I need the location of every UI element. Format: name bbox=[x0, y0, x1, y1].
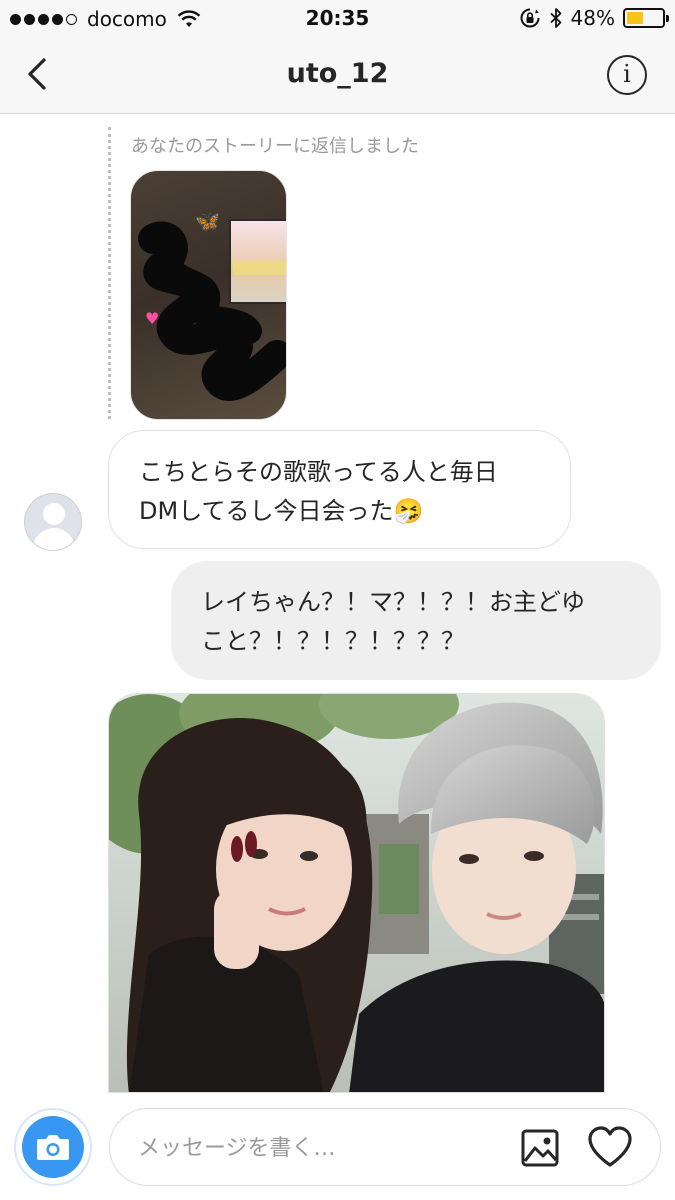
status-bar: docomo 20:35 48% bbox=[0, 0, 675, 36]
battery-icon bbox=[623, 8, 669, 28]
photo-image bbox=[109, 694, 604, 1092]
incoming-message-line: DMしてるし今日会った🤧 bbox=[139, 497, 424, 525]
incoming-message-line: こちとらその歌歌ってる人と毎日 bbox=[139, 458, 498, 486]
camera-icon bbox=[37, 1135, 69, 1160]
message-composer bbox=[0, 1093, 675, 1200]
outgoing-message-line: レイちゃん？！マ？！？！お主どゆ bbox=[201, 588, 585, 616]
incoming-message-bubble[interactable]: こちとらその歌歌ってる人と毎日 DMしてるし今日会った🤧 bbox=[108, 430, 571, 549]
sender-avatar[interactable] bbox=[24, 493, 82, 551]
gallery-button[interactable] bbox=[518, 1126, 562, 1170]
conversation-header: uto_12 i bbox=[0, 36, 675, 114]
photo-message[interactable] bbox=[108, 693, 605, 1093]
redaction-scribble bbox=[138, 221, 286, 401]
avatar-body bbox=[33, 528, 75, 550]
story-reply-indicator-line bbox=[108, 127, 111, 419]
story-thumbnail[interactable]: 🦋 ♥ bbox=[130, 170, 287, 420]
info-button[interactable]: i bbox=[607, 55, 647, 95]
camera-button[interactable] bbox=[14, 1108, 92, 1186]
story-reply-caption: あなたのストーリーに返信しました bbox=[131, 136, 419, 157]
heart-button[interactable] bbox=[586, 1124, 634, 1170]
message-input[interactable] bbox=[138, 1131, 498, 1165]
camera-button-fill bbox=[22, 1116, 84, 1178]
conversation-title[interactable]: uto_12 bbox=[0, 58, 675, 89]
bluetooth-icon bbox=[549, 8, 561, 28]
outgoing-message-bubble[interactable]: レイちゃん？！マ？！？！お主どゆ こと？！？！？！？？？ bbox=[171, 561, 661, 680]
battery-percentage: 48% bbox=[570, 6, 615, 30]
message-field[interactable] bbox=[109, 1108, 661, 1186]
outgoing-message-line: こと？！？！？！？？？ bbox=[201, 627, 465, 655]
status-bar-right: 48% bbox=[519, 6, 669, 30]
rotation-lock-icon bbox=[520, 8, 540, 28]
avatar-head bbox=[43, 503, 65, 525]
battery-level-fill bbox=[627, 12, 644, 24]
